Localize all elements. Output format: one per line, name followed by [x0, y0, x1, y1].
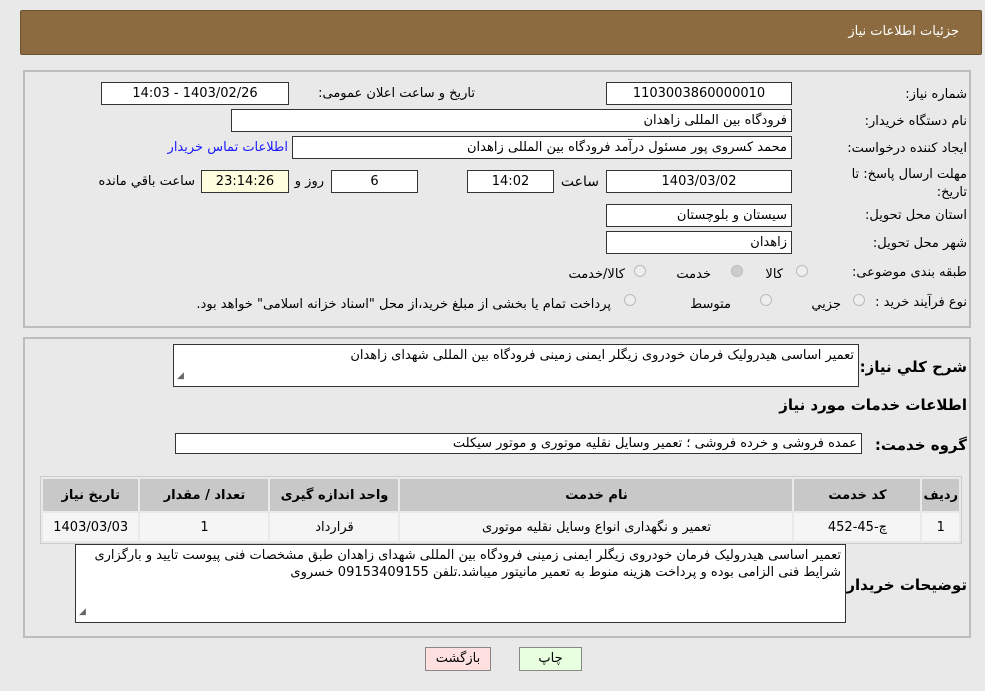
remaining-label: ساعت باقي مانده — [98, 174, 195, 189]
category-radio-service[interactable] — [731, 265, 743, 277]
days-field: 6 — [331, 170, 418, 193]
col-row: ردیف — [920, 477, 961, 513]
province-label: استان محل تحویل: — [865, 208, 967, 223]
city-field: زاهدان — [606, 231, 792, 254]
cell-qty: 1 — [138, 511, 271, 543]
summary-text: تعمیر اساسی هیدرولیک فرمان خودروی زیگلر … — [350, 348, 854, 363]
services-title: اطلاعات خدمات مورد نیاز — [779, 396, 967, 414]
announce-field: 1403/02/26 - 14:03 — [101, 82, 289, 105]
announce-label: تاریخ و ساعت اعلان عمومی: — [318, 86, 475, 101]
col-code: کد خدمت — [792, 477, 923, 513]
resize-grip-icon[interactable]: ◢ — [177, 368, 184, 385]
days-label: روز و — [294, 174, 324, 189]
service-group-field: عمده فروشی و خرده فروشی ؛ تعمیر وسایل نق… — [175, 433, 862, 454]
cell-code: چ-45-452 — [792, 511, 923, 543]
deadline-label: مهلت ارسال پاسخ: تا تاریخ: — [851, 167, 967, 200]
buyer-contact-link[interactable]: اطلاعات تماس خریدار — [168, 140, 288, 155]
resize-grip-icon[interactable]: ◢ — [79, 604, 86, 621]
print-button[interactable]: چاپ — [519, 647, 582, 671]
deadline-time-field: 14:02 — [467, 170, 554, 193]
col-date: تاریخ نیاز — [40, 477, 141, 513]
buyer-notes-label: توضیحات خریدار: — [840, 576, 967, 594]
deadline-date-field: 1403/03/02 — [606, 170, 792, 193]
service-group-label: گروه خدمت: — [874, 436, 967, 454]
process-option-medium: متوسط — [690, 297, 731, 312]
cell-date: 1403/03/03 — [40, 511, 141, 543]
deadline-time-label: ساعت — [560, 174, 599, 190]
category-option-service: خدمت — [676, 267, 711, 282]
remaining-time-field: 23:14:26 — [201, 170, 289, 193]
category-radio-goods[interactable] — [796, 265, 808, 277]
need-number-field: 1103003860000010 — [606, 82, 792, 105]
province-field: سیستان و بلوچستان — [606, 204, 792, 227]
table-row: 1 چ-45-452 تعمیر و نگهداری انواع وسایل ن… — [40, 511, 961, 543]
process-note: پرداخت تمام یا بخشی از مبلغ خرید،از محل … — [196, 297, 611, 312]
category-option-goods: کالا — [765, 267, 783, 282]
col-unit: واحد اندازه گیری — [268, 477, 401, 513]
cell-name: تعمیر و نگهداری انواع وسایل نقلیه موتوری — [398, 511, 795, 543]
buyer-label: نام دستگاه خریدار: — [864, 114, 967, 129]
services-table: ردیف کد خدمت نام خدمت واحد اندازه گیری ت… — [40, 477, 961, 543]
process-radio-minor[interactable] — [853, 294, 865, 306]
cell-unit: قرارداد — [268, 511, 401, 543]
buyer-notes-textarea[interactable]: تعمیر اساسی هیدرولیک فرمان خودروی زیگلر … — [75, 544, 846, 623]
creator-field: محمد کسروی پور مسئول درآمد فرودگاه بین ا… — [292, 136, 792, 159]
col-qty: تعداد / مقدار — [138, 477, 271, 513]
process-label: نوع فرآیند خرید : — [875, 295, 967, 310]
category-radio-goods-service[interactable] — [634, 265, 646, 277]
cell-row: 1 — [920, 511, 961, 543]
page-title: جزئیات اطلاعات نیاز — [848, 24, 959, 39]
city-label: شهر محل تحویل: — [872, 236, 967, 251]
process-option-minor: جزیي — [811, 297, 841, 312]
need-number-label: شماره نیاز: — [905, 87, 967, 102]
process-radio-treasury[interactable] — [624, 294, 636, 306]
category-option-goods-service: کالا/خدمت — [568, 267, 625, 282]
summary-textarea[interactable]: تعمیر اساسی هیدرولیک فرمان خودروی زیگلر … — [173, 344, 859, 387]
category-label: طبقه بندی موضوعی: — [851, 265, 967, 280]
creator-label: ایجاد کننده درخواست: — [847, 141, 967, 156]
services-table-wrap: ردیف کد خدمت نام خدمت واحد اندازه گیری ت… — [40, 476, 962, 544]
back-button[interactable]: بازگشت — [425, 647, 491, 671]
col-name: نام خدمت — [398, 477, 795, 513]
buyer-notes-text: تعمیر اساسی هیدرولیک فرمان خودروی زیگلر … — [94, 548, 841, 580]
summary-label: شرح کلي نیاز: — [859, 358, 967, 376]
process-radio-medium[interactable] — [760, 294, 772, 306]
buyer-field: فرودگاه بین المللی زاهدان — [231, 109, 792, 132]
page-header: جزئیات اطلاعات نیاز — [20, 10, 982, 55]
table-header-row: ردیف کد خدمت نام خدمت واحد اندازه گیری ت… — [40, 477, 961, 513]
